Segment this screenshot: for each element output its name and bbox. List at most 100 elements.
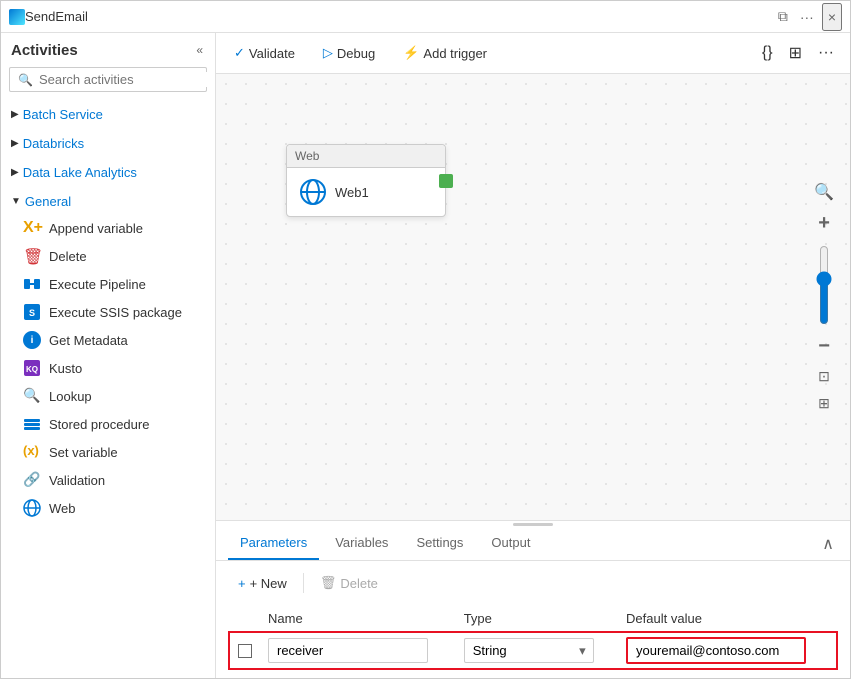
item-label-execute-pipeline: Execute Pipeline xyxy=(49,277,195,292)
item-label-lookup: Lookup xyxy=(49,389,195,404)
param-type-select[interactable]: String Bool Int Float Array Object Secur… xyxy=(464,638,594,663)
grid-button[interactable]: ⊞ xyxy=(814,391,834,416)
canvas-area: ✓ Validate ▷ Debug ⚡ Add trigger {} ⊞ ··… xyxy=(216,33,850,678)
zoom-in-button[interactable]: + xyxy=(814,208,834,239)
canvas-controls: 🔍 + − ⊡ ⊞ xyxy=(810,178,838,416)
activity-success-connector[interactable] xyxy=(439,174,453,188)
fit-view-button[interactable]: ⊡ xyxy=(814,364,834,389)
pipeline-title: SendEmail xyxy=(25,9,774,24)
activity-node-web1[interactable]: Web Web1 xyxy=(286,144,446,217)
param-row-checkbox-cell xyxy=(230,633,260,669)
tab-output[interactable]: Output xyxy=(479,527,542,560)
param-name-cell xyxy=(260,633,456,669)
sidebar-item-execute-ssis[interactable]: S Execute SSIS package ⠿ xyxy=(1,298,215,326)
toolbar: ✓ Validate ▷ Debug ⚡ Add trigger {} ⊞ ··… xyxy=(216,33,850,74)
more-options-button[interactable]: ··· xyxy=(814,40,838,66)
delete-icon: 🗑 xyxy=(320,575,337,591)
sidebar-group-header-databricks[interactable]: ▶ Databricks xyxy=(1,131,215,156)
tab-settings[interactable]: Settings xyxy=(404,527,475,560)
add-trigger-button[interactable]: ⚡ Add trigger xyxy=(397,41,493,65)
sidebar-group-header-general[interactable]: ▼ General xyxy=(1,189,215,214)
search-icon: 🔍 xyxy=(18,73,33,87)
validation-icon: 🔗 xyxy=(23,471,41,489)
params-table: Name Type Default value xyxy=(230,605,836,668)
web-activity-icon xyxy=(299,178,327,206)
zoom-out-button[interactable]: − xyxy=(814,331,834,362)
toolbar-divider xyxy=(303,573,304,593)
sidebar-group-header-datalake[interactable]: ▶ Data Lake Analytics xyxy=(1,160,215,185)
sidebar-collapse-left[interactable]: « xyxy=(194,41,205,59)
delete-param-button[interactable]: 🗑 Delete xyxy=(312,571,386,595)
bottom-panel: Parameters Variables Settings Output ∧ +… xyxy=(216,520,850,678)
param-name-input[interactable] xyxy=(268,638,428,663)
sidebar-item-get-metadata[interactable]: i Get Metadata ⠿ xyxy=(1,326,215,354)
debug-icon: ▷ xyxy=(323,45,333,61)
bottom-tabs: Parameters Variables Settings Output ∧ xyxy=(216,527,850,561)
sidebar-item-set-variable[interactable]: (x) Set variable ⠿ xyxy=(1,438,215,466)
svg-text:KQ: KQ xyxy=(26,365,38,374)
default-value-header: Default value xyxy=(618,605,836,633)
resize-handle-bar xyxy=(513,523,553,526)
zoom-slider[interactable] xyxy=(814,245,834,325)
plus-icon: + xyxy=(238,576,246,591)
collapse-panel-button[interactable]: ∧ xyxy=(818,530,838,558)
param-row-receiver: String Bool Int Float Array Object Secur… xyxy=(230,633,836,669)
sidebar-header: Activities « xyxy=(1,33,215,67)
sidebar-collapse-buttons: « xyxy=(194,41,205,59)
pipeline-canvas[interactable]: Web Web1 xyxy=(216,74,850,520)
more-button[interactable]: ··· xyxy=(796,7,818,27)
search-canvas-button[interactable]: 🔍 xyxy=(810,178,838,206)
activity-node-type: Web xyxy=(287,145,445,168)
sidebar-group-header-batch[interactable]: ▶ Batch Service xyxy=(1,102,215,127)
lookup-icon: 🔍 xyxy=(23,387,41,405)
param-default-cell xyxy=(618,633,836,669)
params-toolbar: + + New 🗑 Delete xyxy=(230,571,836,595)
group-databricks: ▶ Databricks xyxy=(1,129,215,158)
restore-button[interactable]: ⧉ xyxy=(774,6,792,27)
svg-text:S: S xyxy=(29,308,35,318)
app-icon xyxy=(9,9,25,25)
code-button[interactable]: {} xyxy=(758,40,777,66)
sidebar-item-lookup[interactable]: 🔍 Lookup ⠿ xyxy=(1,382,215,410)
chevron-down-icon: ▼ xyxy=(11,196,21,207)
sidebar-item-append-variable[interactable]: X+ Append variable ⠿ xyxy=(1,214,215,242)
group-datalake: ▶ Data Lake Analytics xyxy=(1,158,215,187)
title-bar: SendEmail ⧉ ··· × xyxy=(1,1,850,33)
group-general-label: General xyxy=(25,194,71,209)
sidebar-item-kusto[interactable]: KQ Kusto ⠿ xyxy=(1,354,215,382)
title-bar-actions: ⧉ ··· × xyxy=(774,3,842,31)
search-input[interactable] xyxy=(39,72,215,87)
sidebar-item-delete[interactable]: 🗑 Delete ⠿ xyxy=(1,242,215,270)
chevron-right-icon: ▶ xyxy=(11,109,19,120)
toolbar-right: {} ⊞ ··· xyxy=(758,39,838,67)
sidebar-item-execute-pipeline[interactable]: Execute Pipeline ⠿ xyxy=(1,270,215,298)
ssis-icon: S xyxy=(23,303,41,321)
item-label-kusto: Kusto xyxy=(49,361,195,376)
metadata-icon: i xyxy=(23,331,41,349)
type-header: Type xyxy=(456,605,618,633)
sidebar-item-web[interactable]: Web ⠿ xyxy=(1,494,215,522)
item-label-append-variable: Append variable xyxy=(49,221,195,236)
item-label-execute-ssis: Execute SSIS package xyxy=(49,305,195,320)
group-batch-label: Batch Service xyxy=(23,107,103,122)
sidebar-item-validation[interactable]: 🔗 Validation ⠿ xyxy=(1,466,215,494)
param-default-value-input[interactable] xyxy=(626,637,806,664)
param-type-wrapper: String Bool Int Float Array Object Secur… xyxy=(464,638,594,663)
web-icon xyxy=(23,499,41,517)
item-label-stored-procedure: Stored procedure xyxy=(49,417,195,432)
close-button[interactable]: × xyxy=(822,3,842,31)
tab-parameters[interactable]: Parameters xyxy=(228,527,319,560)
debug-button[interactable]: ▷ Debug xyxy=(317,41,381,65)
tab-variables[interactable]: Variables xyxy=(323,527,400,560)
chevron-right-icon: ▶ xyxy=(11,167,19,178)
item-label-web: Web xyxy=(49,501,195,516)
new-param-button[interactable]: + + New xyxy=(230,572,295,595)
table-button[interactable]: ⊞ xyxy=(785,39,806,67)
item-label-get-metadata: Get Metadata xyxy=(49,333,195,348)
sidebar-item-stored-procedure[interactable]: Stored procedure ⠿ xyxy=(1,410,215,438)
pipeline-icon xyxy=(23,275,41,293)
validate-button[interactable]: ✓ Validate xyxy=(228,41,301,65)
item-label-validation: Validation xyxy=(49,473,195,488)
param-checkbox[interactable] xyxy=(238,644,252,658)
bottom-content: + + New 🗑 Delete Name xyxy=(216,561,850,678)
